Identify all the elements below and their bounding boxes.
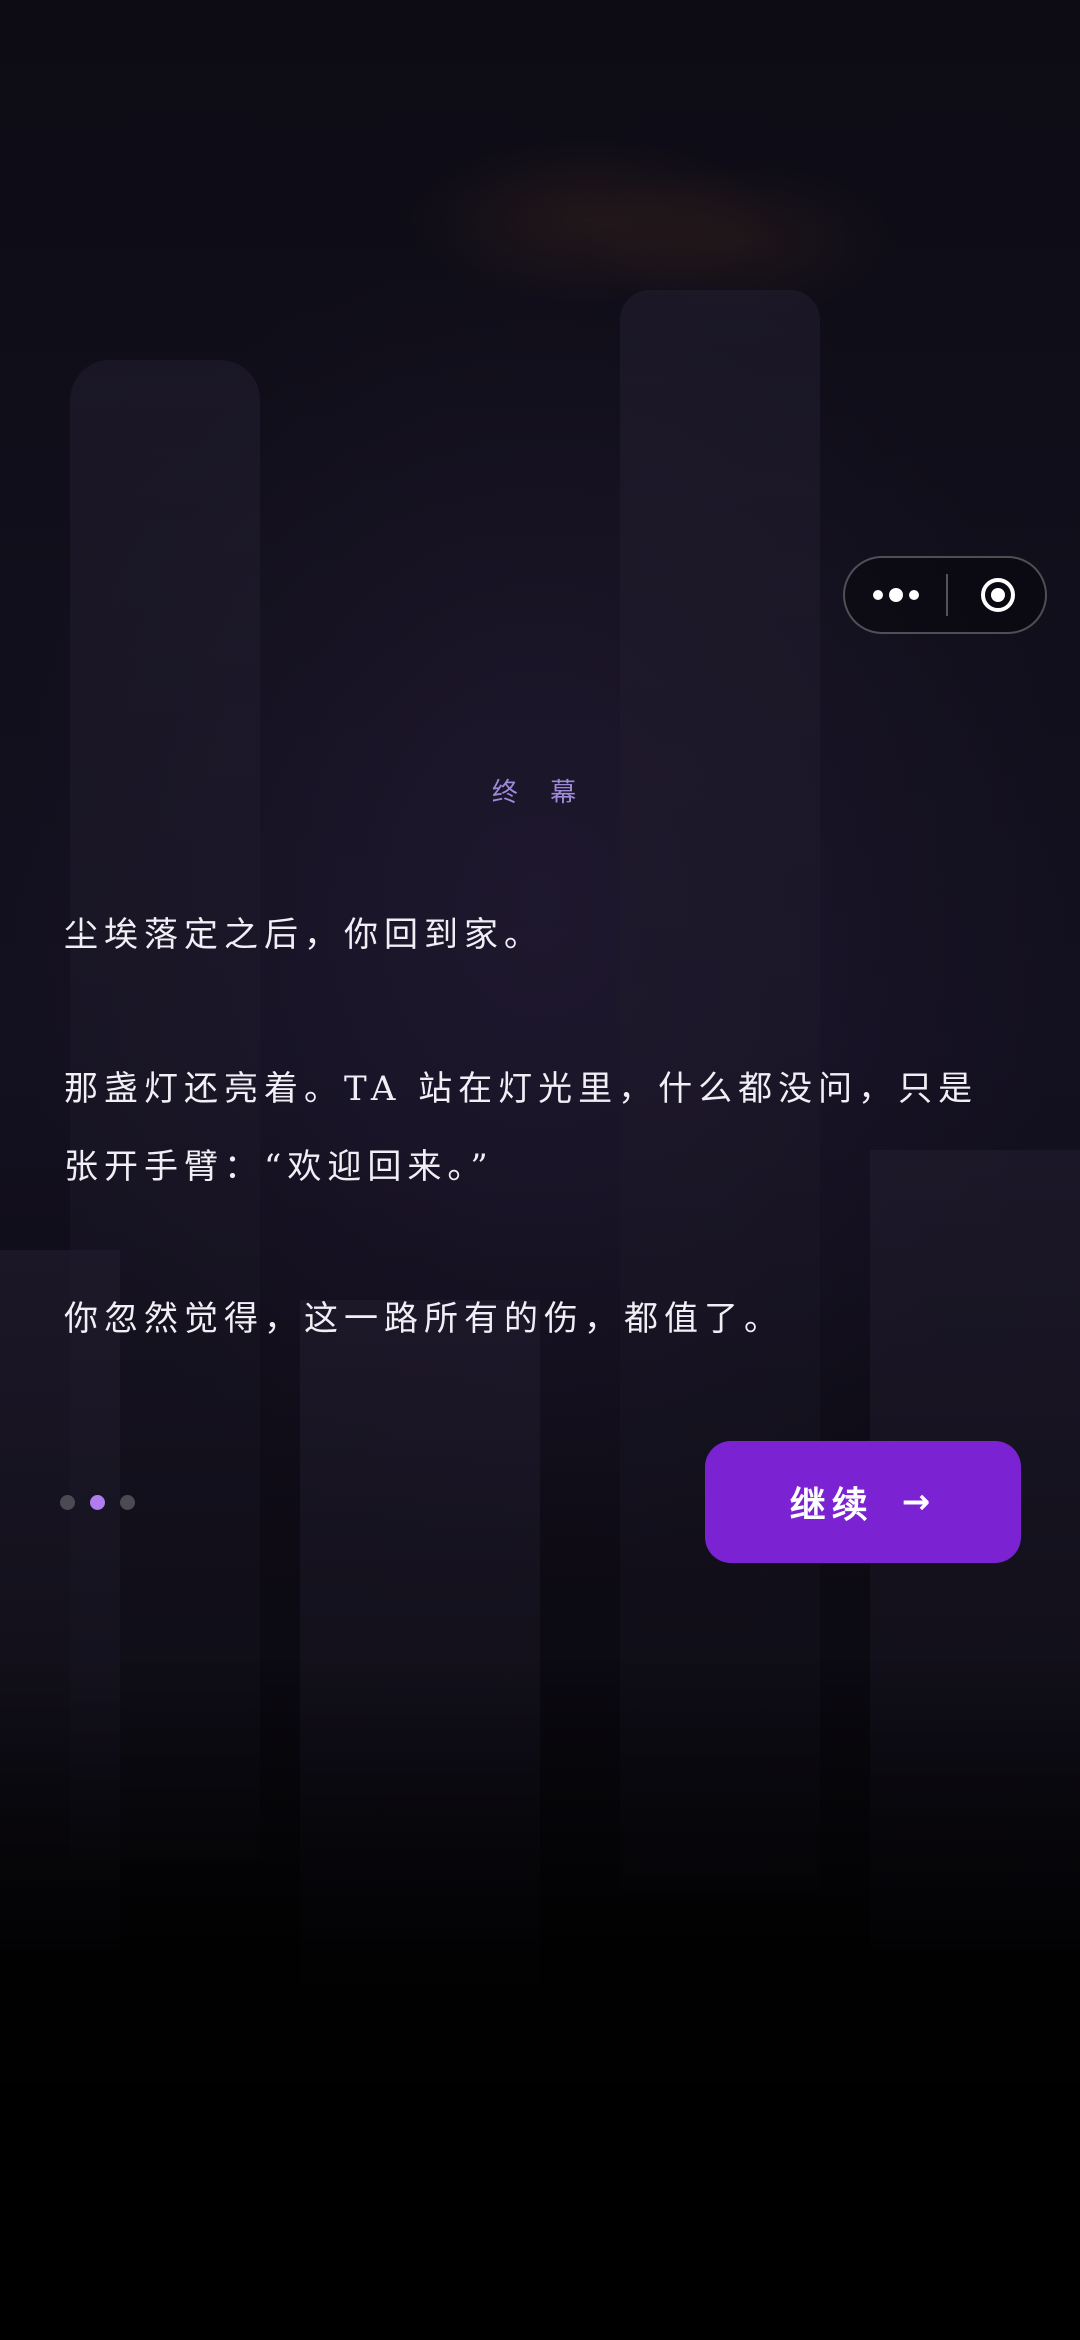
progress-dot-active: [90, 1494, 105, 1510]
more-dots-icon: [872, 590, 883, 600]
mini-program-capsule: [843, 556, 1047, 634]
page-progress-indicator: [60, 1494, 150, 1510]
story-paragraph: 尘埃落定之后，你回到家。: [64, 915, 544, 955]
target-circle-icon: [980, 578, 1015, 612]
more-button[interactable]: [845, 558, 946, 632]
progress-dot: [60, 1494, 75, 1510]
close-button[interactable]: [948, 558, 1047, 632]
continue-button[interactable]: 继续 →: [705, 1441, 1021, 1563]
more-dots-icon-right: [908, 590, 919, 600]
story-paragraph: 你忽然觉得，这一路所有的伤，都值了。: [64, 1299, 784, 1339]
progress-dot: [120, 1494, 135, 1510]
more-dots-icon-center: [888, 588, 903, 602]
background-fade: [0, 1650, 1080, 2340]
arrow-right-icon: →: [901, 1482, 937, 1522]
continue-button-label: 继续: [789, 1484, 874, 1526]
story-paragraph: 那盏灯还亮着。TA 站在灯光里，什么都没问，只是张开手臂：“欢迎回来。”: [64, 1069, 979, 1187]
chapter-title: 终 幕: [491, 778, 589, 808]
target-circle-icon-core: [990, 588, 1005, 602]
